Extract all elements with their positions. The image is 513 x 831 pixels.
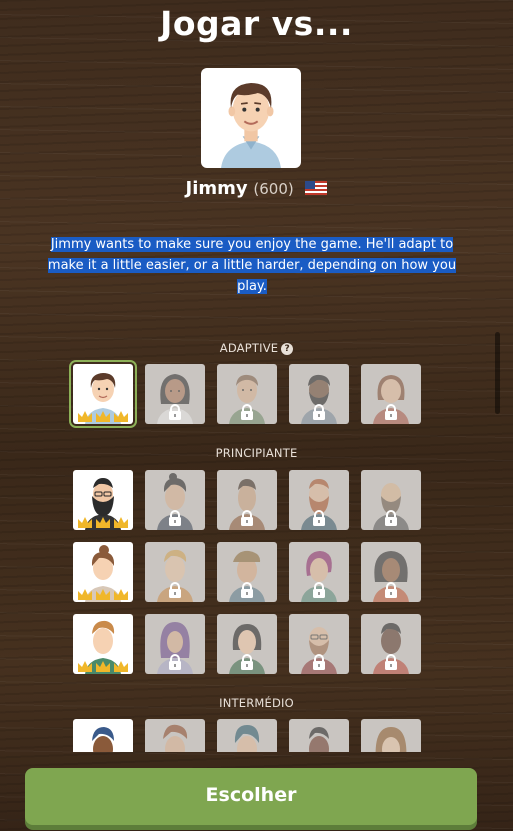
bot-tile[interactable]: [73, 719, 133, 752]
lock-icon: [169, 404, 181, 420]
bot-tile-locked[interactable]: [145, 614, 205, 674]
bot-tile-locked[interactable]: [217, 542, 277, 602]
adaptive-bot-row: [69, 360, 423, 428]
lock-icon: [385, 510, 397, 526]
lock-icon: [385, 654, 397, 670]
lock-icon: [241, 404, 253, 420]
bot-tile-locked[interactable]: [289, 719, 349, 752]
bearded-avatar-icon: [309, 727, 329, 752]
section-adaptive-label: ADAPTIVE?: [0, 341, 513, 355]
bot-tile-locked[interactable]: [361, 542, 421, 602]
crown-icon: [78, 661, 128, 672]
intermediate-bot-row: [73, 719, 423, 752]
lock-icon: [169, 582, 181, 598]
bot-tile-locked[interactable]: [361, 719, 421, 752]
bot-tile-locked[interactable]: [289, 542, 349, 602]
bot-tile-locked[interactable]: [145, 719, 205, 752]
section-intermediate-label: INTERMÉDIO: [219, 696, 294, 710]
bot-tile-locked[interactable]: [217, 470, 277, 530]
bot-rating: (600): [253, 180, 294, 198]
bot-tile-locked[interactable]: [361, 470, 421, 530]
bot-description: Jimmy wants to make sure you enjoy the g…: [36, 234, 468, 297]
bot-tile-locked[interactable]: [289, 364, 349, 424]
section-beginner-label: PRINCIPIANTE: [215, 446, 298, 460]
lock-icon: [169, 654, 181, 670]
bot-tile[interactable]: [73, 614, 133, 674]
bot-tile-locked[interactable]: [217, 614, 277, 674]
male-avatar-icon: [92, 727, 114, 752]
lock-icon: [241, 510, 253, 526]
help-icon[interactable]: ?: [281, 343, 294, 355]
lock-icon: [385, 404, 397, 420]
bot-tile-locked[interactable]: [361, 364, 421, 424]
female-avatar-icon: [375, 727, 407, 752]
selected-bot-info: Jimmy (600): [0, 178, 513, 199]
bot-name: Jimmy: [185, 178, 248, 199]
beginner-bot-row: [73, 614, 423, 674]
lock-icon: [241, 654, 253, 670]
bot-tile-locked[interactable]: [289, 614, 349, 674]
bot-tile-locked[interactable]: [145, 470, 205, 530]
bot-tile-locked[interactable]: [217, 364, 277, 424]
bot-tile-locked[interactable]: [145, 364, 205, 424]
lock-icon: [241, 582, 253, 598]
lock-icon: [313, 582, 325, 598]
jimmy-avatar-image: [221, 83, 281, 168]
bot-selection-scroll-area[interactable]: Jogar vs... Jimmy (600) Jimmy wants to m…: [0, 0, 513, 752]
bot-tile-jimmy[interactable]: [69, 360, 137, 428]
male-avatar-icon: [234, 725, 260, 752]
crown-icon: [78, 589, 128, 600]
crown-icon: [78, 411, 128, 422]
bot-tile[interactable]: [73, 542, 133, 602]
bot-description-text: Jimmy wants to make sure you enjoy the g…: [47, 237, 457, 294]
lock-icon: [385, 582, 397, 598]
scrollbar-thumb[interactable]: [495, 332, 500, 414]
us-flag-icon: [305, 181, 328, 195]
beginner-bot-row: [73, 470, 423, 530]
section-adaptive-text: ADAPTIVE: [219, 341, 279, 355]
selected-bot-avatar: [201, 68, 301, 168]
choose-button[interactable]: Escolher: [25, 768, 477, 825]
lock-icon: [169, 510, 181, 526]
beginner-bot-row: [73, 542, 423, 602]
bot-tile[interactable]: [73, 470, 133, 530]
male-avatar-icon: [163, 724, 188, 752]
bot-tile-locked[interactable]: [361, 614, 421, 674]
bot-tile-locked[interactable]: [217, 719, 277, 752]
crown-icon: [78, 517, 128, 528]
lock-icon: [313, 654, 325, 670]
page-title: Jogar vs...: [160, 4, 353, 43]
lock-icon: [313, 510, 325, 526]
bot-tile-locked[interactable]: [289, 470, 349, 530]
bot-tile-locked[interactable]: [145, 542, 205, 602]
lock-icon: [313, 404, 325, 420]
